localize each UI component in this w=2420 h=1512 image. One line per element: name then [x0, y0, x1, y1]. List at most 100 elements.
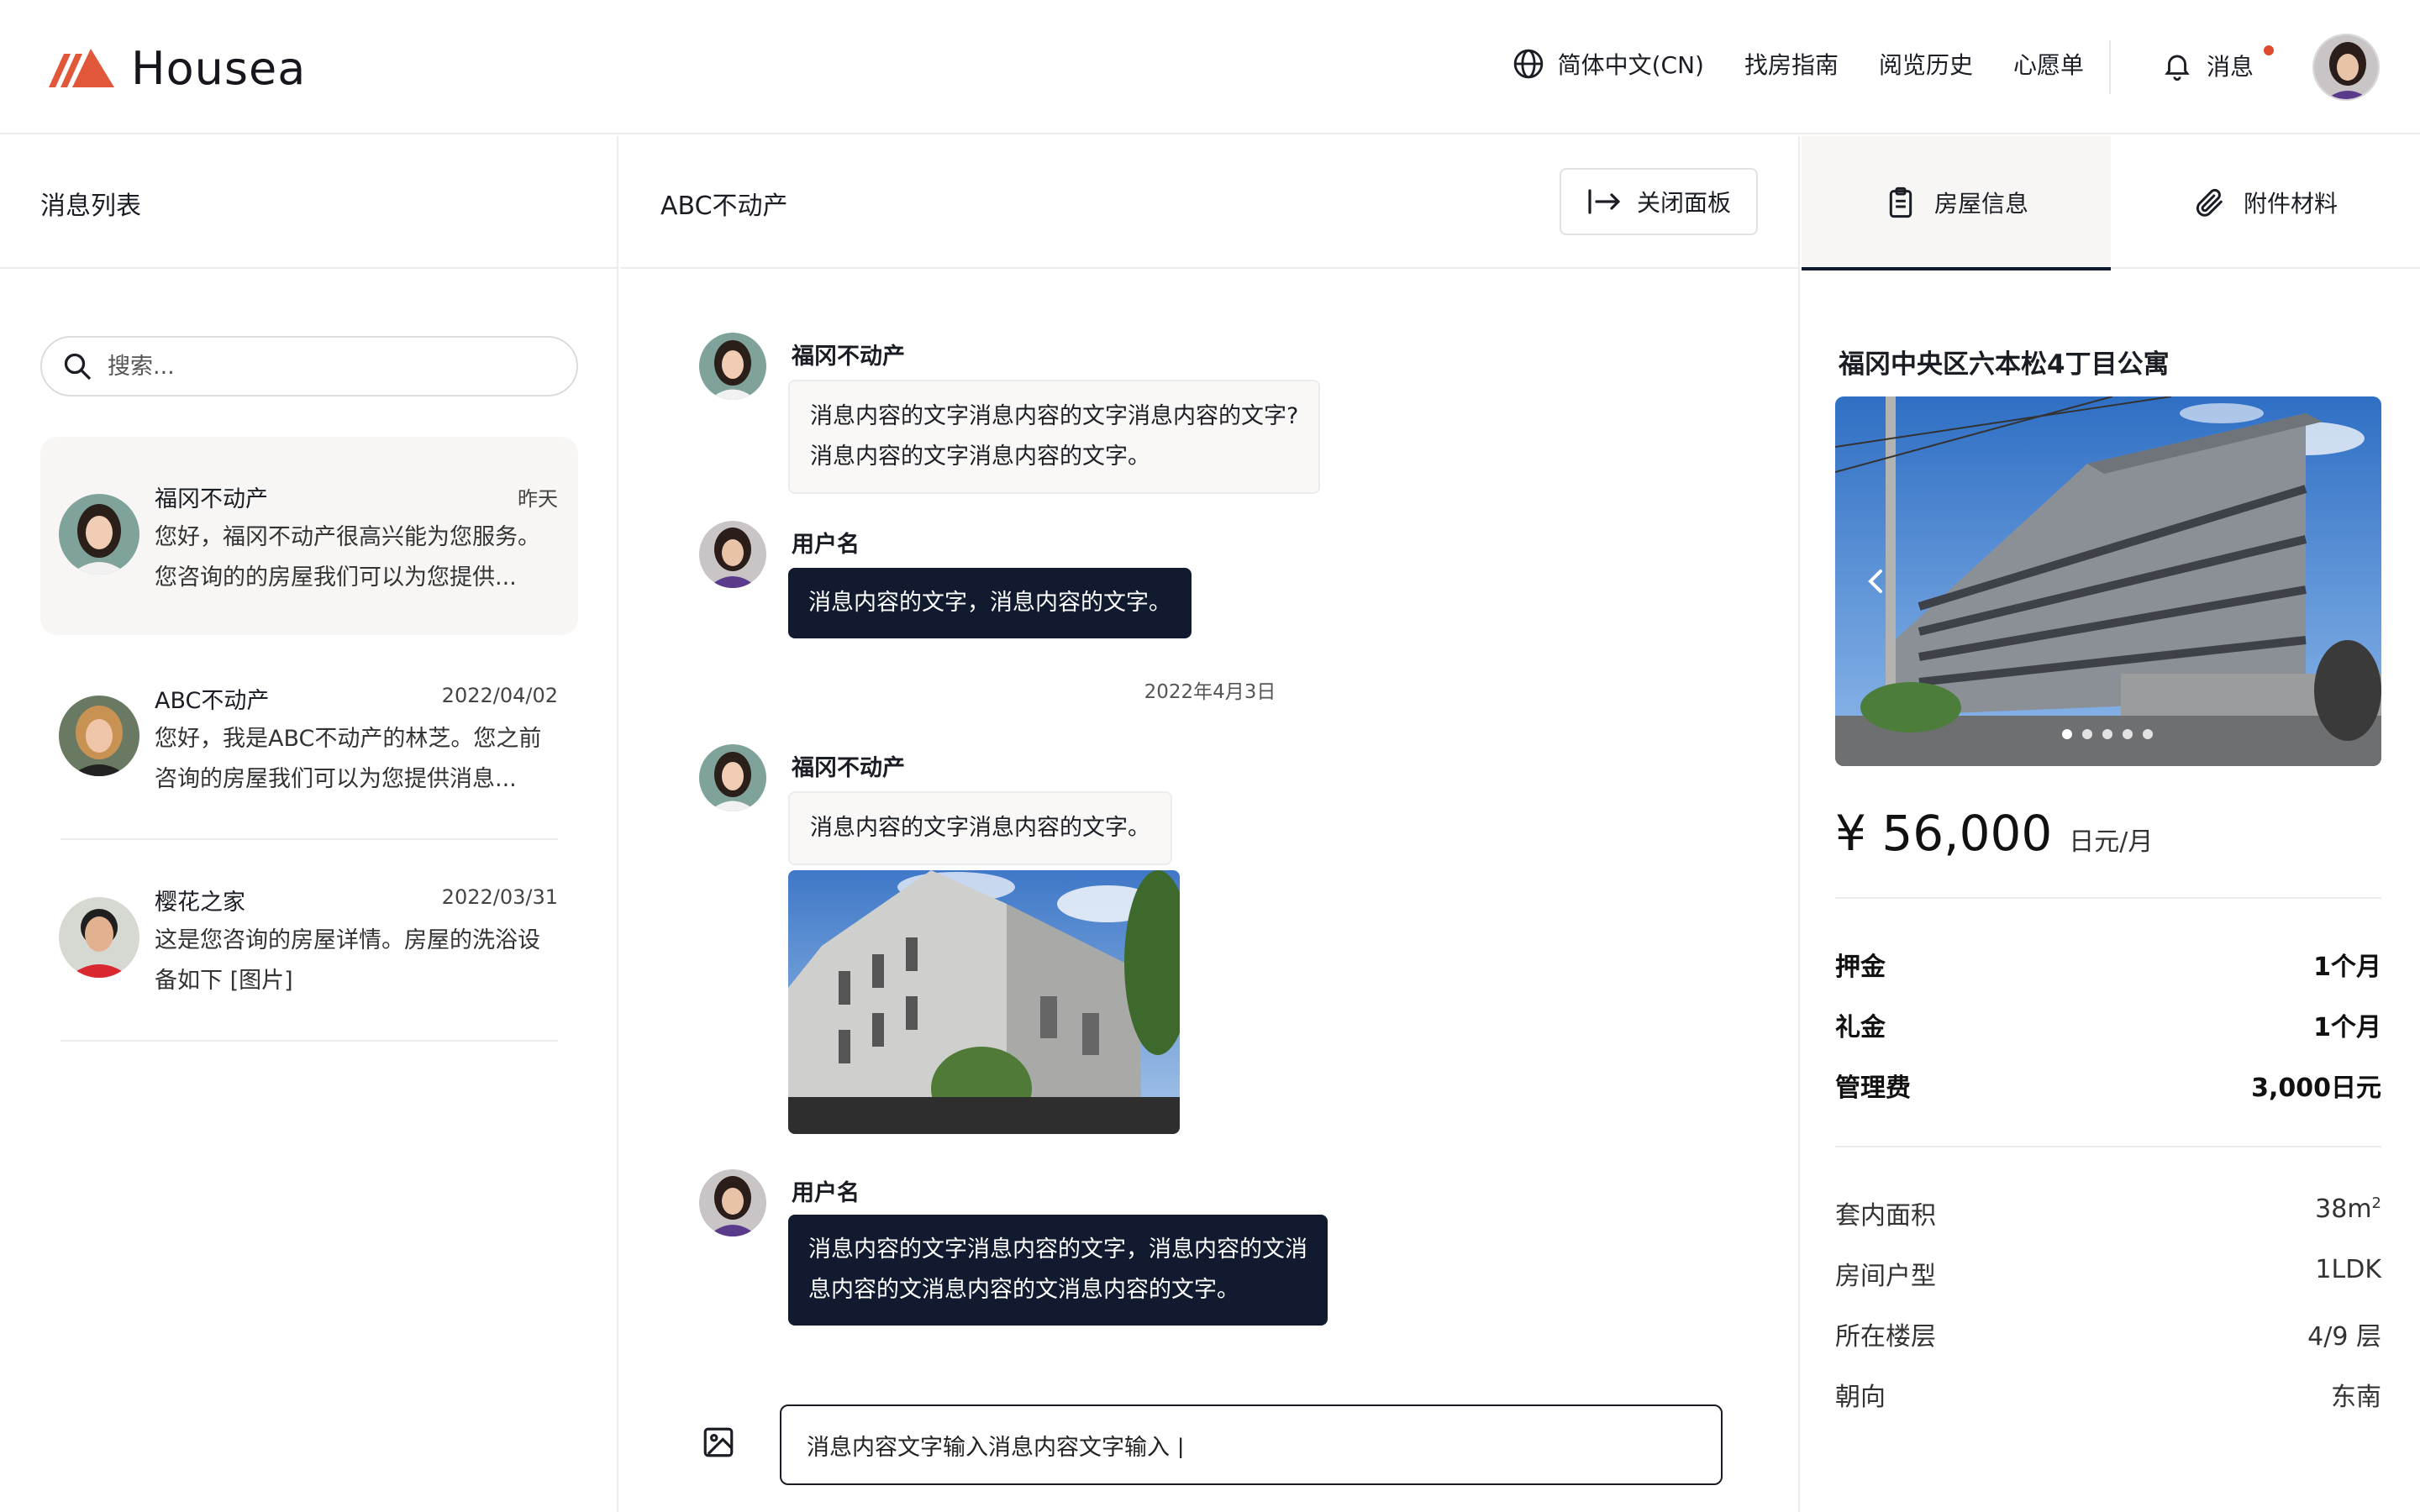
message-line: 息内容的文消息内容的文消息内容的文字。: [808, 1277, 1239, 1303]
user-avatar[interactable]: [2312, 34, 2380, 101]
message-sender: 用户名: [792, 532, 860, 558]
nav-link-wishlist[interactable]: 心愿单: [2013, 47, 2084, 81]
chat-title: ABC不动产: [660, 192, 788, 221]
carousel-dot[interactable]: [2143, 729, 2153, 739]
property-price: ¥ 56,000 日元/月: [1835, 805, 2153, 862]
conversation-preview: 您好，福冈不动产很高兴能为您服务。您咨询的的房屋我们可以为您提供...: [155, 524, 540, 591]
fee-row-management: 管理费 3,000日元: [1835, 1067, 2381, 1104]
notifications-button[interactable]: 消息: [2161, 45, 2274, 82]
price-amount: ¥ 56,000: [1835, 805, 2053, 862]
message-input[interactable]: [807, 1431, 1697, 1458]
section-divider: [1835, 897, 2381, 899]
detail-row-orientation: 朝向 东南: [1835, 1376, 2381, 1413]
price-unit: 日元/月: [2069, 827, 2154, 857]
fee-label: 礼金: [1835, 1013, 1886, 1042]
fee-value: 1个月: [2313, 1013, 2381, 1042]
message-line: 消息内容的文字消息内容的文字。: [810, 444, 1150, 470]
avatar: [59, 494, 139, 575]
conversation-preview: 这是您咨询的房屋详情。房屋的洗浴设备如下 [图片]: [155, 927, 540, 994]
clipboard-icon: [1889, 186, 1912, 218]
carousel-dot[interactable]: [2102, 729, 2112, 739]
chat-panel: ABC不动产 关闭面板 福冈不动产 消息内容的文字消息内容的文字消息内容的文字?…: [620, 136, 1800, 1512]
message-line: 消息内容的文字消息内容的文字，消息内容的文消: [808, 1236, 1307, 1263]
close-panel-button[interactable]: 关闭面板: [1560, 168, 1758, 235]
message-avatar: [699, 521, 766, 588]
message-composer[interactable]: [780, 1404, 1723, 1485]
message-line: 消息内容的文字消息内容的文字消息内容的文字?: [810, 403, 1299, 429]
message-sender: 用户名: [792, 1180, 860, 1206]
brand-logo[interactable]: Housea: [49, 42, 306, 95]
main-nav: 简体中文(CN) 找房指南 阅览历史 心愿单: [1512, 47, 2084, 81]
date-divider: 2022年4月3日: [1144, 681, 1276, 703]
nav-link-guide[interactable]: 找房指南: [1744, 47, 1839, 81]
conversation-name: ABC不动产: [155, 688, 270, 714]
detail-label: 所在楼层: [1835, 1322, 1936, 1352]
brand-name: Housea: [131, 42, 307, 95]
message-bubble-incoming: 消息内容的文字消息内容的文字消息内容的文字? 消息内容的文字消息内容的文字。: [788, 380, 1321, 494]
carousel-dot[interactable]: [2062, 729, 2072, 739]
search-box[interactable]: [40, 336, 578, 396]
search-input[interactable]: [108, 353, 544, 380]
conversation-date: 昨天: [518, 487, 558, 511]
detail-label: 套内面积: [1835, 1201, 1936, 1231]
message-line: 消息内容的文字，消息内容的文字。: [808, 590, 1171, 616]
message-sender: 福冈不动产: [792, 755, 905, 781]
message-image-attachment[interactable]: [788, 870, 1180, 1134]
detail-value: 1LDK: [2315, 1255, 2381, 1284]
avatar: [59, 897, 139, 978]
detail-row-layout: 房间户型 1LDK: [1835, 1255, 2381, 1292]
property-photo-carousel[interactable]: [1835, 396, 2381, 766]
message-line: 消息内容的文字消息内容的文字。: [810, 815, 1150, 841]
fee-label: 管理费: [1835, 1074, 1911, 1103]
nav-divider: [2109, 40, 2111, 94]
nav-link-history[interactable]: 阅览历史: [1879, 47, 1973, 81]
message-bubble-outgoing: 消息内容的文字消息内容的文字，消息内容的文消 息内容的文消息内容的文消息内容的文…: [788, 1215, 1328, 1326]
chat-header: ABC不动产 关闭面板: [620, 136, 1798, 269]
detail-label: 朝向: [1835, 1383, 1886, 1412]
close-panel-label: 关闭面板: [1636, 189, 1731, 217]
message-bubble-outgoing: 消息内容的文字，消息内容的文字。: [788, 568, 1192, 638]
detail-row-area: 套内面积 38m2: [1835, 1194, 2381, 1231]
message-sender: 福冈不动产: [792, 344, 905, 370]
conversation-item-abc[interactable]: ABC不动产 2022/04/02 您好，我是ABC不动产的林芝。您之前咨询的房…: [40, 638, 578, 837]
fee-value: 1个月: [2313, 953, 2381, 982]
image-upload-icon[interactable]: [701, 1425, 736, 1460]
bell-icon: [2165, 55, 2190, 81]
avatar: [59, 696, 139, 776]
globe-icon: [1513, 49, 1543, 79]
housea-logo-icon: [49, 48, 114, 87]
conversation-name: 樱花之家: [155, 890, 245, 916]
fee-label: 押金: [1835, 953, 1886, 982]
conversation-date: 2022/04/02: [441, 684, 558, 707]
conversation-preview: 您好，我是ABC不动产的林芝。您之前咨询的房屋我们可以为您提供消息...: [155, 726, 542, 792]
close-panel-icon: [1588, 189, 1620, 214]
tab-label: 附件材料: [2243, 190, 2338, 218]
tab-property-info[interactable]: 房屋信息: [1802, 136, 2111, 270]
conversation-list-header: 消息列表: [0, 136, 617, 269]
message-avatar: [699, 1169, 766, 1236]
conversation-list-panel: 消息列表 福冈不动产 昨天 您好，福冈不动产很高兴能为您服务。您咨询的的房屋我们…: [0, 136, 618, 1512]
detail-value: 东南: [2331, 1383, 2381, 1412]
paperclip-icon: [2196, 188, 2223, 217]
language-selector[interactable]: 简体中文(CN): [1512, 47, 1704, 81]
list-divider: [60, 1040, 558, 1042]
detail-row-floor: 所在楼层 4/9 层: [1835, 1315, 2381, 1352]
user-avatar-image: [2314, 35, 2378, 99]
panel-tabs: 房屋信息 附件材料: [1802, 136, 2420, 270]
carousel-dot[interactable]: [2082, 729, 2092, 739]
notifications-label: 消息: [2207, 53, 2254, 81]
section-divider: [1835, 1146, 2381, 1147]
detail-value: 4/9 层: [2307, 1322, 2381, 1352]
notification-dot: [2264, 45, 2274, 55]
tab-attachments[interactable]: 附件材料: [2111, 136, 2420, 269]
carousel-dot[interactable]: [2123, 729, 2133, 739]
language-label: 简体中文(CN): [1557, 51, 1704, 79]
search-icon: [64, 353, 92, 381]
conversation-item-fukuoka[interactable]: 福冈不动产 昨天 您好，福冈不动产很高兴能为您服务。您咨询的的房屋我们可以为您提…: [40, 437, 578, 635]
message-avatar: [699, 744, 766, 811]
conversation-item-sakura[interactable]: 樱花之家 2022/03/31 这是您咨询的房屋详情。房屋的洗浴设备如下 [图片…: [40, 840, 578, 1038]
message-bubble-incoming: 消息内容的文字消息内容的文字。: [788, 791, 1172, 865]
conversation-name: 福冈不动产: [155, 486, 268, 512]
property-title: 福冈中央区六本松4丁目公寓: [1839, 349, 2170, 380]
top-navigation-bar: Housea 简体中文(CN) 找房指南 阅览历史 心愿单 消息: [0, 0, 2420, 134]
